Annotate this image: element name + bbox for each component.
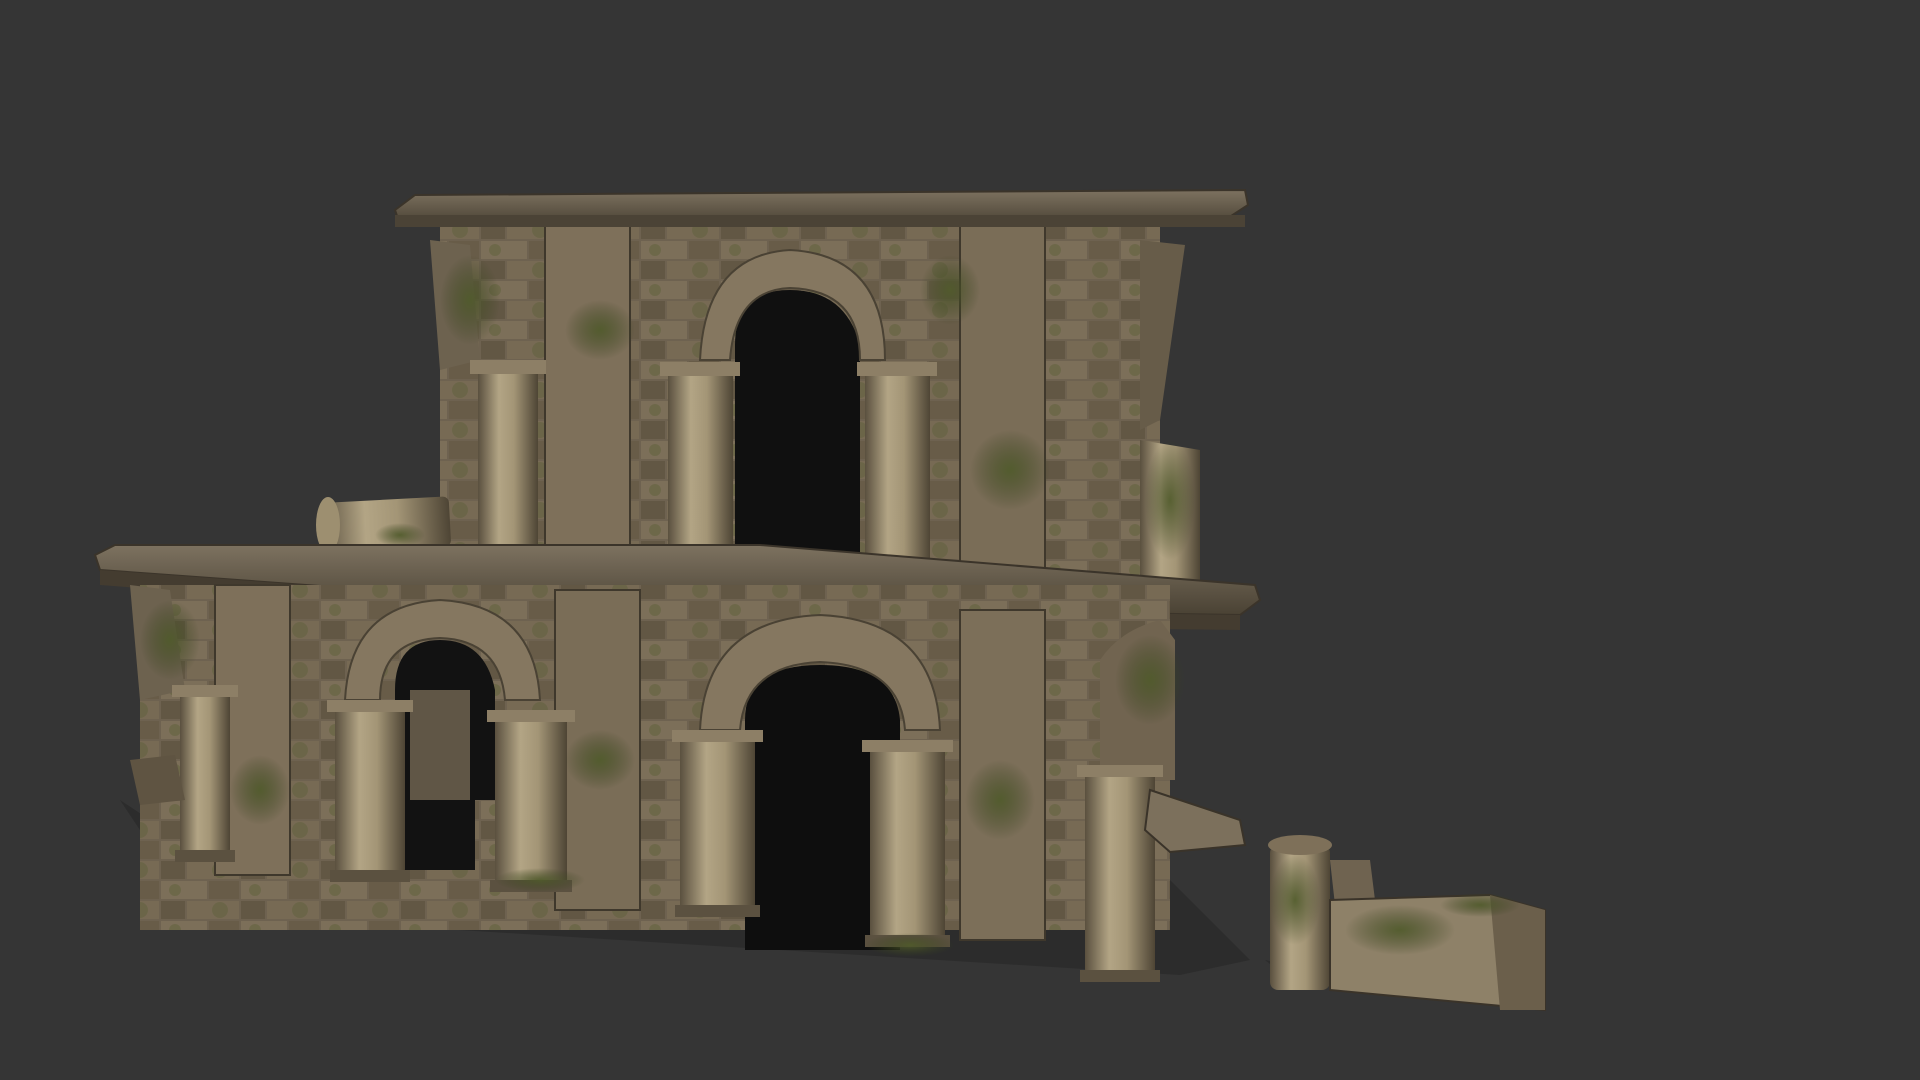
column (335, 705, 405, 875)
3d-viewport[interactable] (0, 0, 1920, 1080)
upper-tier (393, 188, 1250, 590)
column (680, 735, 755, 910)
column (478, 365, 538, 555)
column (1085, 770, 1155, 975)
column (865, 370, 930, 575)
3d-model-render (0, 0, 1920, 1080)
column (668, 370, 733, 570)
lower-tier (130, 584, 1185, 982)
column (180, 690, 230, 855)
column (870, 745, 945, 940)
column (495, 715, 567, 885)
upper-arch-opening (735, 290, 860, 575)
